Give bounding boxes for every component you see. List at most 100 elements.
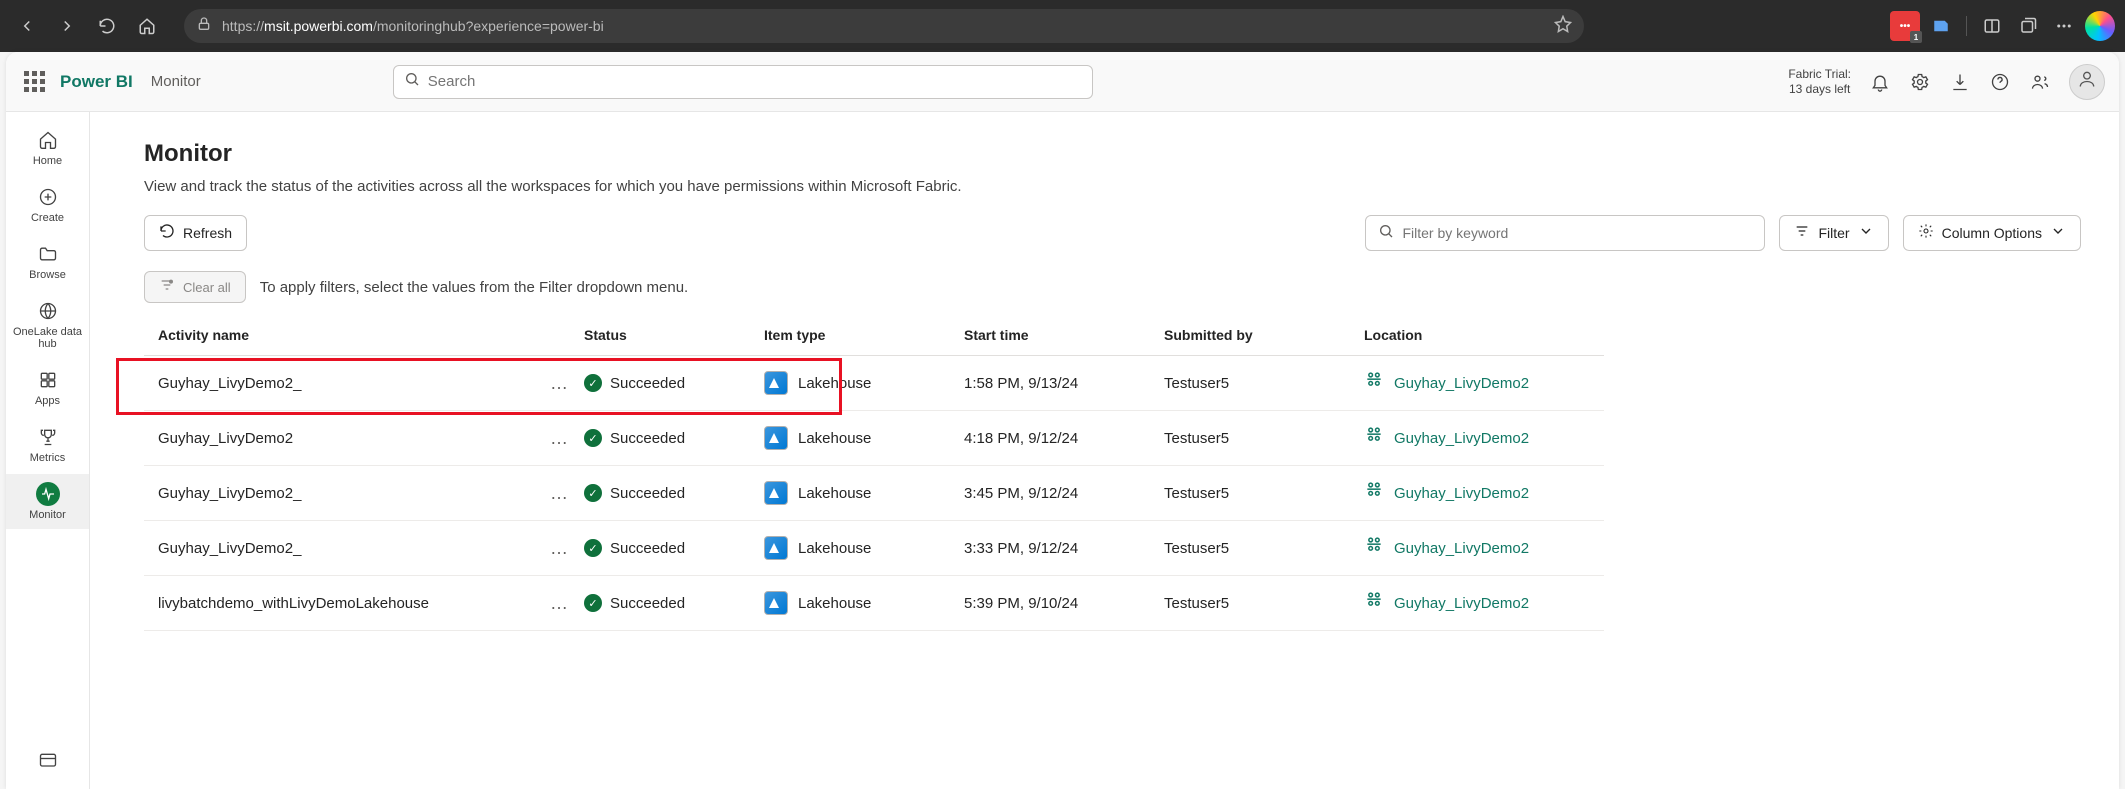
col-header-item[interactable]: Item type (764, 315, 964, 356)
copilot-icon[interactable] (2085, 11, 2115, 41)
folder-icon (36, 242, 60, 266)
cell-status: ✓ Succeeded (584, 411, 764, 466)
column-options-button[interactable]: Column Options (1903, 215, 2081, 251)
download-icon[interactable] (1949, 71, 1971, 93)
help-icon[interactable] (1989, 71, 2011, 93)
workspace-icon (1364, 590, 1384, 616)
filter-hint: To apply filters, select the values from… (260, 279, 689, 296)
filter-chip-row: Clear all To apply filters, select the v… (144, 271, 2081, 303)
row-more-icon[interactable]: … (544, 428, 574, 449)
cell-status: ✓ Succeeded (584, 466, 764, 521)
plus-circle-icon (36, 185, 60, 209)
breadcrumb: Monitor (151, 73, 201, 90)
clear-all-chip[interactable]: Clear all (144, 271, 246, 303)
cell-location[interactable]: Guyhay_LivyDemo2 (1364, 466, 1604, 521)
brand-label[interactable]: Power BI (60, 72, 133, 92)
extension-lastpass-icon[interactable]: •••1 (1890, 11, 1920, 41)
table-row[interactable]: livybatchdemo_withLivyDemoLakehouse … ✓ … (144, 576, 2081, 631)
rail-item-apps[interactable]: Apps (6, 360, 89, 415)
people-icon[interactable] (2029, 71, 2051, 93)
app-window: Power BI Monitor Fabric Trial: 13 days l… (6, 52, 2119, 789)
cell-item-type: Lakehouse (764, 411, 964, 466)
workspaces-icon (36, 749, 60, 773)
refresh-button[interactable]: Refresh (144, 215, 247, 251)
cell-start-time: 1:58 PM, 9/13/24 (964, 356, 1164, 411)
cell-location[interactable]: Guyhay_LivyDemo2 (1364, 411, 1604, 466)
cell-start-time: 5:39 PM, 9/10/24 (964, 576, 1164, 631)
filter-button[interactable]: Filter (1779, 215, 1888, 251)
settings-icon[interactable] (1909, 71, 1931, 93)
split-screen-icon[interactable] (1977, 11, 2007, 41)
address-bar[interactable]: https://msit.powerbi.com/monitoringhub?e… (184, 9, 1584, 43)
reload-button[interactable] (90, 9, 124, 43)
row-more-icon[interactable]: … (544, 483, 574, 504)
rail-item-workspaces[interactable] (6, 741, 89, 789)
col-header-activity[interactable]: Activity name (144, 315, 584, 356)
person-icon (2077, 69, 2097, 95)
global-search[interactable] (393, 65, 1093, 99)
favorite-icon[interactable] (1554, 15, 1572, 38)
rail-item-onelake[interactable]: OneLake data hub (6, 291, 89, 358)
lakehouse-icon (764, 426, 788, 450)
cell-activity-name: Guyhay_LivyDemo2_ … (144, 466, 584, 521)
page-title: Monitor (144, 140, 2081, 168)
table-header-row: Activity name Status Item type Start tim… (144, 315, 2081, 356)
cell-start-time: 4:18 PM, 9/12/24 (964, 411, 1164, 466)
col-header-location[interactable]: Location (1364, 315, 1604, 356)
workspace-icon (1364, 370, 1384, 396)
rail-item-create[interactable]: Create (6, 177, 89, 232)
col-header-submitted[interactable]: Submitted by (1164, 315, 1364, 356)
rail-item-monitor[interactable]: Monitor (6, 474, 89, 529)
cell-activity-name: Guyhay_LivyDemo2_ … (144, 521, 584, 576)
notifications-icon[interactable] (1869, 71, 1891, 93)
col-header-status[interactable]: Status (584, 315, 764, 356)
success-icon: ✓ (584, 539, 602, 557)
forward-button[interactable] (50, 9, 84, 43)
cell-location[interactable]: Guyhay_LivyDemo2 (1364, 576, 1604, 631)
filter-icon (1794, 223, 1810, 244)
main-content: Monitor View and track the status of the… (90, 112, 2119, 789)
table-row[interactable]: Guyhay_LivyDemo2_ … ✓ Succeeded Lakehous… (144, 356, 2081, 411)
lock-icon (196, 16, 212, 37)
row-more-icon[interactable]: … (544, 373, 574, 394)
collections-icon[interactable] (2013, 11, 2043, 41)
cell-status: ✓ Succeeded (584, 521, 764, 576)
rail-item-home[interactable]: Home (6, 120, 89, 175)
workspace-icon (1364, 425, 1384, 451)
onelake-icon (36, 299, 60, 323)
filter-keyword-field[interactable] (1402, 225, 1752, 241)
more-icon[interactable] (2049, 11, 2079, 41)
cell-submitted-by: Testuser5 (1164, 356, 1364, 411)
account-avatar[interactable] (2069, 64, 2105, 100)
filter-keyword-input[interactable] (1365, 215, 1765, 251)
trophy-icon (36, 425, 60, 449)
cell-status: ✓ Succeeded (584, 356, 764, 411)
trial-status[interactable]: Fabric Trial: 13 days left (1788, 67, 1851, 96)
extension-todo-icon[interactable] (1926, 11, 1956, 41)
cell-location[interactable]: Guyhay_LivyDemo2 (1364, 356, 1604, 411)
home-icon (36, 128, 60, 152)
cell-item-type: Lakehouse (764, 466, 964, 521)
success-icon: ✓ (584, 429, 602, 447)
global-search-input[interactable] (428, 73, 1082, 90)
back-button[interactable] (10, 9, 44, 43)
divider (1966, 16, 1967, 36)
rail-item-metrics[interactable]: Metrics (6, 417, 89, 472)
row-more-icon[interactable]: … (544, 538, 574, 559)
search-icon (1378, 223, 1394, 244)
activities-table: Activity name Status Item type Start tim… (144, 315, 2081, 631)
cell-location[interactable]: Guyhay_LivyDemo2 (1364, 521, 1604, 576)
col-header-start[interactable]: Start time (964, 315, 1164, 356)
row-more-icon[interactable]: … (544, 593, 574, 614)
rail-item-browse[interactable]: Browse (6, 234, 89, 289)
table-row[interactable]: Guyhay_LivyDemo2_ … ✓ Succeeded Lakehous… (144, 466, 2081, 521)
table-row[interactable]: Guyhay_LivyDemo2 … ✓ Succeeded Lakehouse… (144, 411, 2081, 466)
browser-toolbar: https://msit.powerbi.com/monitoringhub?e… (0, 0, 2125, 52)
table-row[interactable]: Guyhay_LivyDemo2_ … ✓ Succeeded Lakehous… (144, 521, 2081, 576)
search-icon (404, 71, 420, 92)
app-launcher-icon[interactable] (20, 68, 48, 96)
success-icon: ✓ (584, 374, 602, 392)
home-button[interactable] (130, 9, 164, 43)
url-text: https://msit.powerbi.com/monitoringhub?e… (222, 18, 1544, 34)
refresh-icon (159, 223, 175, 244)
